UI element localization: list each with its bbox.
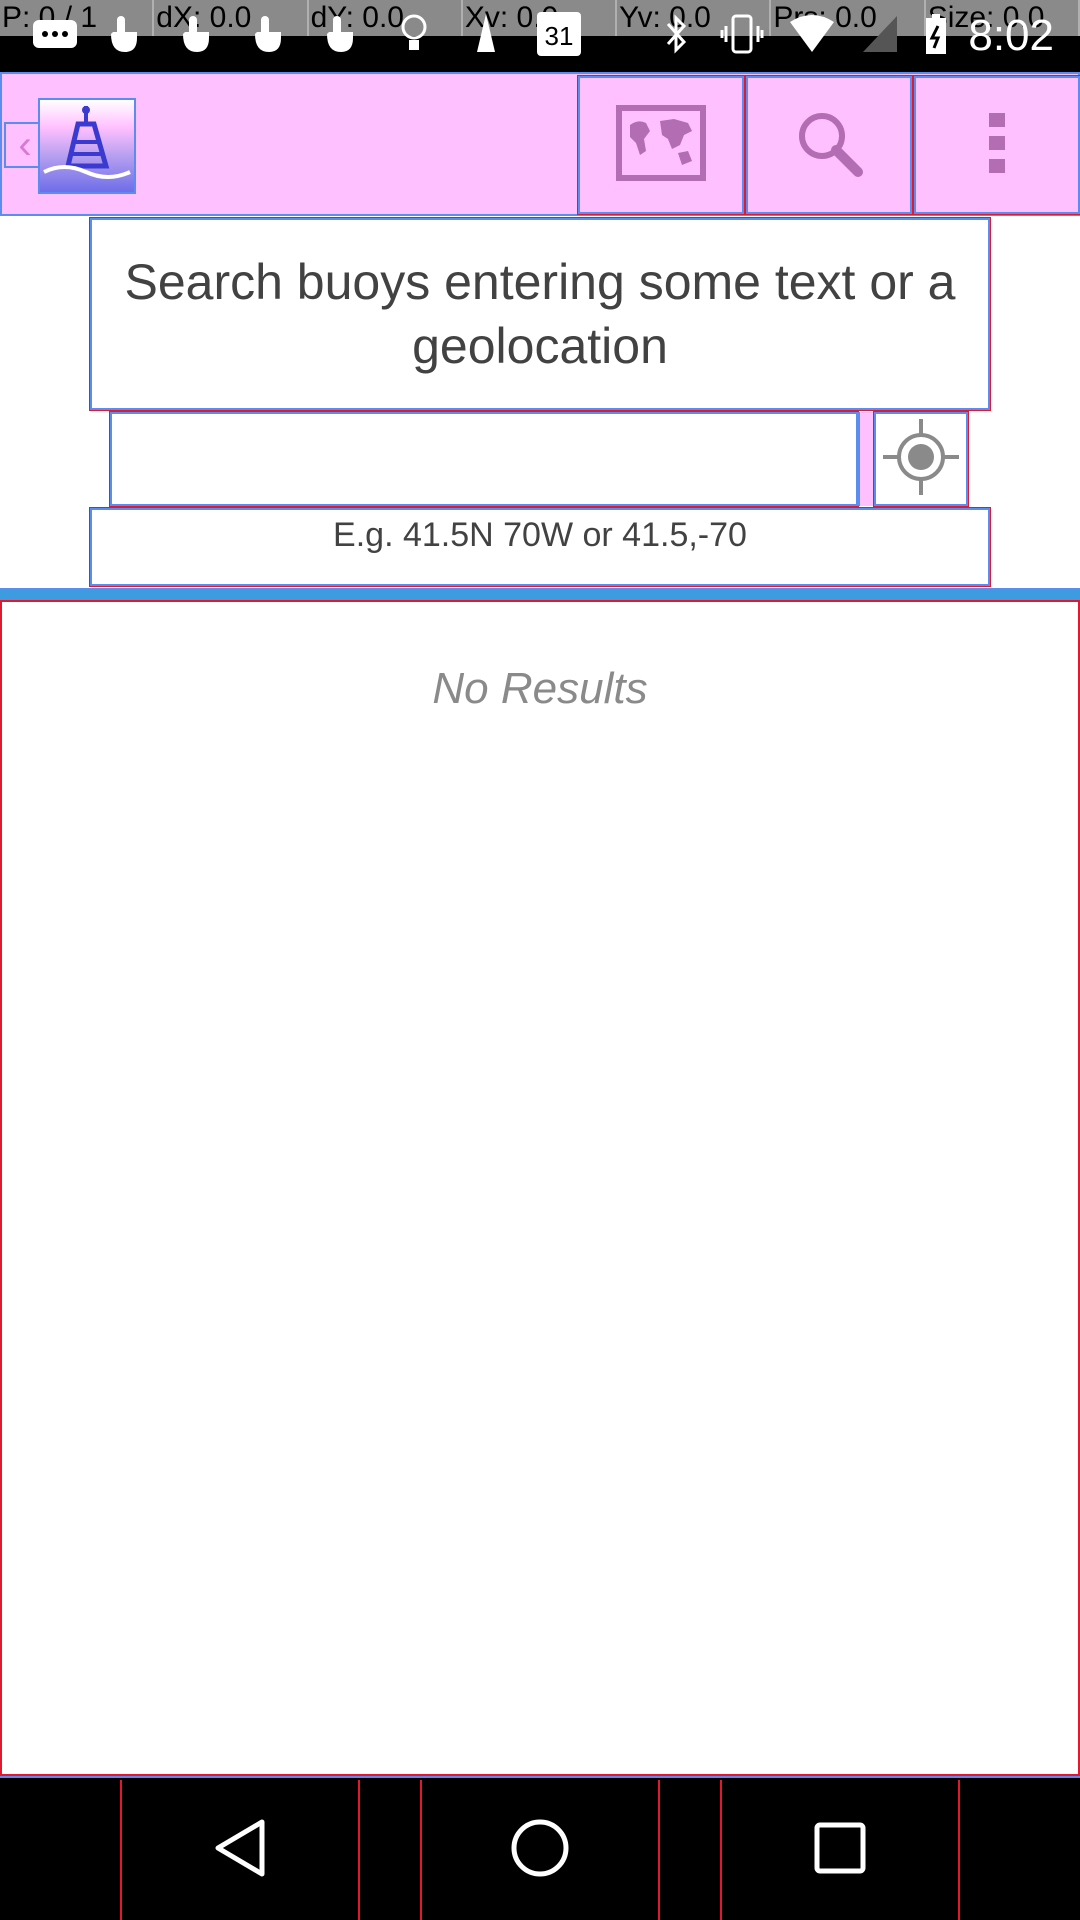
nav-back-button[interactable] (120, 1780, 360, 1920)
overflow-menu-button[interactable] (913, 75, 1080, 215)
search-hint-text: E.g. 41.5N 70W or 41.5,-70 (333, 516, 747, 554)
bluetooth-icon (658, 10, 694, 58)
app-bar: ‹ (0, 72, 1080, 216)
lightbulb-icon (396, 10, 432, 58)
search-instructions-text: Search buoys entering some text or a geo… (124, 254, 956, 374)
search-input[interactable] (109, 411, 859, 507)
vibrate-icon (720, 10, 764, 58)
recents-icon (814, 1822, 866, 1879)
screen: P: 0 / 1 dX: 0.0 dY: 0.0 Xv: 0.0 Yv: 0.0… (0, 0, 1080, 1920)
search-icon (794, 108, 864, 183)
touch-icon (316, 10, 362, 58)
touch-icon (100, 10, 146, 58)
world-map-icon (616, 104, 706, 186)
home-icon (510, 1818, 570, 1883)
search-hint: E.g. 41.5N 70W or 41.5,-70 (89, 507, 991, 587)
touch-icon (172, 10, 218, 58)
nav-recents-button[interactable] (720, 1780, 960, 1920)
more-vert-icon (987, 111, 1007, 180)
cell-signal-icon (860, 10, 900, 58)
gps-locate-icon (881, 417, 961, 502)
navigation-bar (0, 1776, 1080, 1920)
touch-icon (244, 10, 290, 58)
search-action-button[interactable] (745, 75, 913, 215)
calendar-day: 31 (537, 12, 581, 56)
wifi-icon (786, 10, 838, 58)
status-clock: 8:02 (968, 11, 1054, 60)
pawn-icon (466, 10, 506, 58)
status-bar: P: 0 / 1 dX: 0.0 dY: 0.0 Xv: 0.0 Yv: 0.0… (0, 0, 1080, 72)
nav-home-button[interactable] (420, 1780, 660, 1920)
map-action-button[interactable] (577, 75, 745, 215)
section-divider (0, 588, 1080, 602)
battery-icon (922, 10, 950, 58)
search-instructions: Search buoys entering some text or a geo… (89, 217, 991, 411)
back-icon (212, 1818, 268, 1883)
my-location-button[interactable] (873, 411, 969, 507)
messages-icon (30, 10, 80, 58)
empty-results-text: No Results (432, 664, 648, 713)
calendar-icon: 31 (534, 10, 584, 58)
app-logo-buoy-icon (38, 98, 136, 194)
results-list[interactable]: No Results (0, 602, 1080, 1776)
